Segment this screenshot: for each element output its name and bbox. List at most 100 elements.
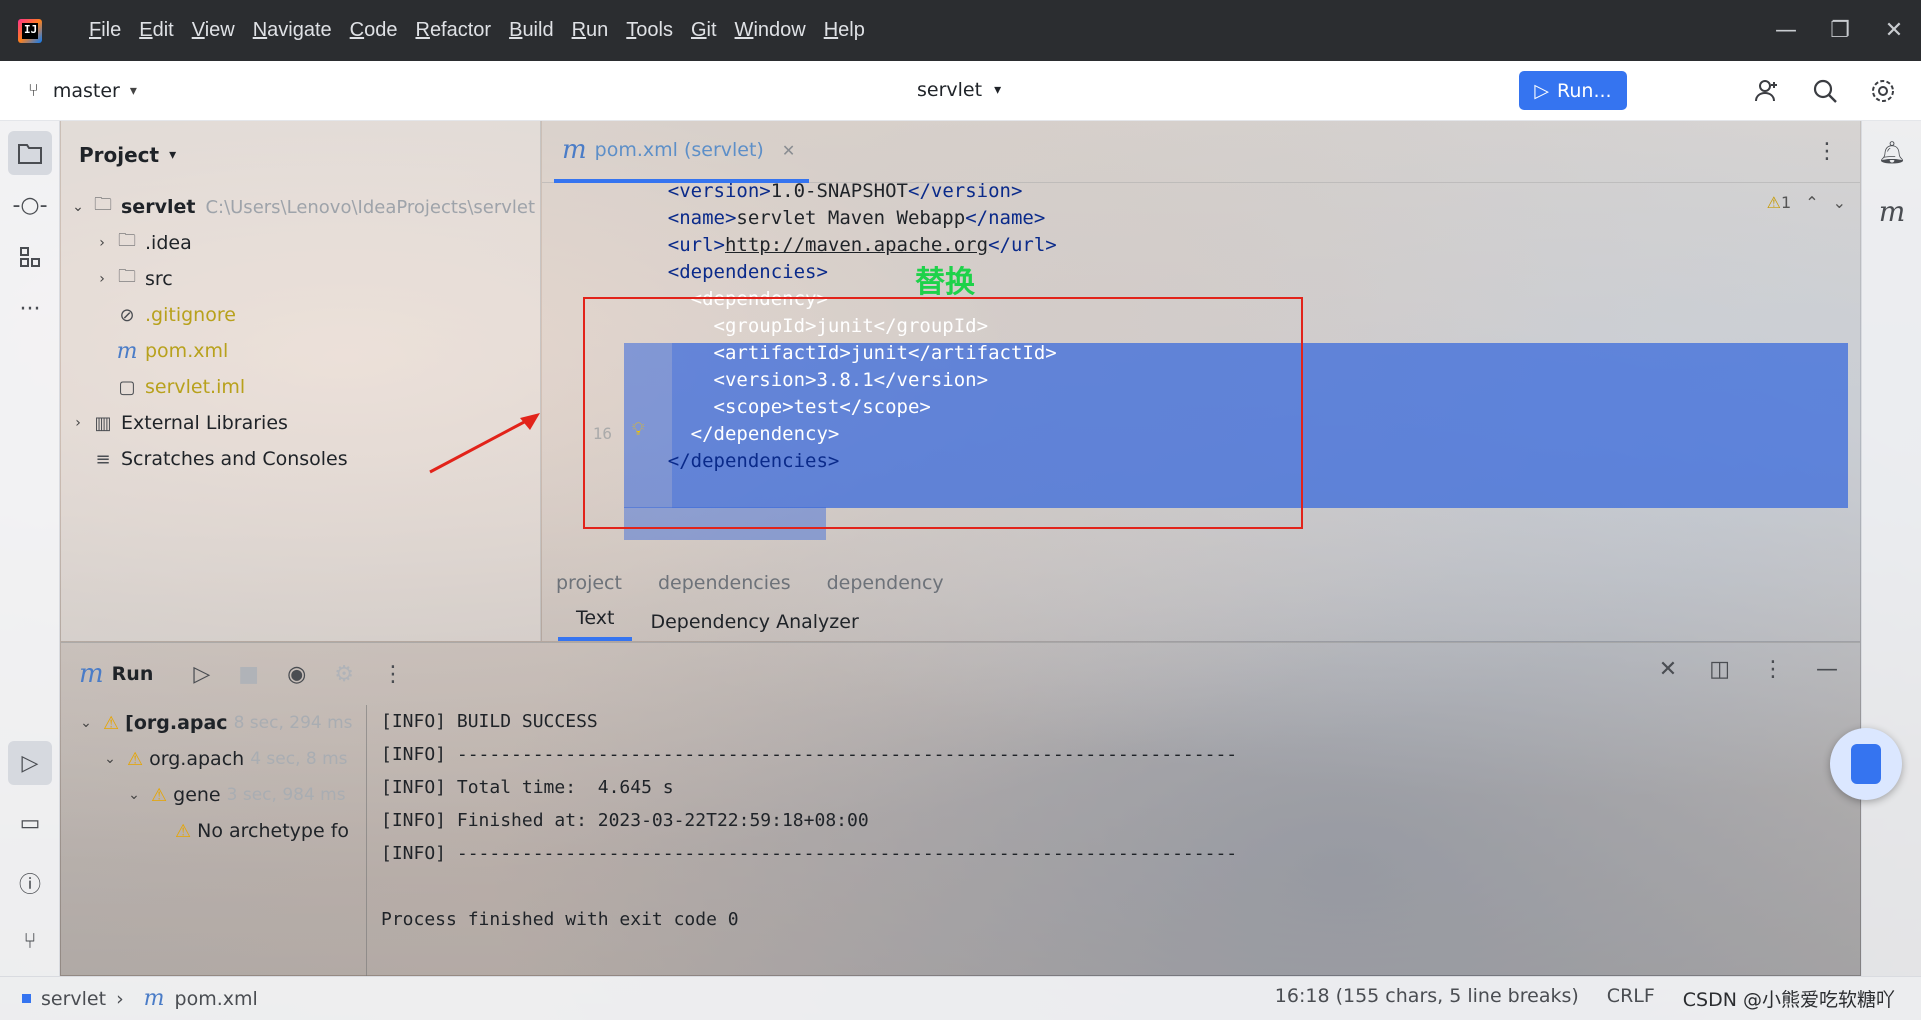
run-tree-item[interactable]: ⌄ ⚠ [org.apac 8 sec, 294 ms — [61, 705, 366, 741]
menu-run[interactable]: Run — [563, 19, 618, 42]
menu-code[interactable]: Code — [341, 19, 407, 42]
chevron-right-icon[interactable]: › — [91, 235, 113, 251]
project-panel-header[interactable]: Project ▾ — [79, 143, 176, 167]
search-icon[interactable] — [1807, 73, 1843, 109]
tree-item[interactable]: ⌄ 🗀︎ servlet C:\Users\Lenovo\IdeaProjects\s… — [61, 189, 540, 225]
branch-name: master — [52, 79, 120, 102]
url-link[interactable]: http://maven.apache.org — [725, 234, 988, 256]
settings-gear-icon[interactable] — [1865, 73, 1901, 109]
line-separator[interactable]: CRLF — [1607, 985, 1655, 1012]
status-project[interactable]: servlet — [41, 988, 106, 1010]
notifications-bell-icon[interactable]: 🔔︎ — [1870, 131, 1914, 175]
commit-icon[interactable]: -○- — [8, 183, 52, 227]
menu-window[interactable]: Window — [726, 19, 815, 42]
code-text: <name>servlet Maven Webapp</name> — [622, 207, 1046, 229]
maven-tool-icon[interactable]: m — [1870, 189, 1914, 233]
menu-build[interactable]: Build — [500, 19, 562, 42]
eye-icon[interactable]: ◉ — [287, 662, 306, 687]
minimize-icon[interactable]: — — [1759, 0, 1813, 61]
stop-icon[interactable]: ■ — [238, 662, 259, 687]
project-tool-folder-icon[interactable] — [8, 131, 52, 175]
project-name: servlet — [917, 79, 983, 101]
chevron-right-icon[interactable]: › — [91, 271, 113, 287]
folder-icon: 🗀︎ — [118, 266, 136, 287]
caret-position[interactable]: 16:18 (155 chars, 5 line breaks) — [1275, 985, 1579, 1012]
warning-icon: ⚠ — [103, 712, 120, 734]
run-tree-item[interactable]: ⌄ ⚠ org.apach 4 sec, 8 ms — [61, 741, 366, 777]
restore-icon[interactable]: ❐ — [1813, 0, 1867, 61]
title-bar: IJ File Edit View Navigate Code Refactor Build… — [0, 0, 1921, 61]
more-tools-icon[interactable]: ··· — [8, 287, 52, 331]
code-line[interactable]: <version>1.0-SNAPSHOT</version> — [542, 183, 1860, 204]
editor-tab-text[interactable]: Text — [558, 607, 633, 641]
play-icon: ▷ — [1534, 79, 1550, 102]
run-tree-label: org.apach — [149, 748, 245, 770]
menu-refactor[interactable]: Refactor — [406, 19, 500, 42]
run-tool-play-icon[interactable]: ▷ — [8, 741, 52, 785]
chevron-right-icon[interactable]: › — [67, 415, 89, 431]
xml-open-tag: <version> — [667, 183, 771, 202]
project-switcher[interactable]: servlet ▾ — [917, 79, 1001, 101]
ignore-icon: ⊘ — [119, 304, 135, 326]
file-icon: ▢ — [118, 376, 136, 398]
run-tree-item[interactable]: ⌄ ⚠ gene 3 sec, 984 ms — [61, 777, 366, 813]
terminal-icon[interactable]: ▭ — [8, 801, 52, 845]
tree-item-label: .idea — [145, 232, 192, 254]
window-controls: — ❐ ✕ — [1759, 0, 1921, 61]
editor-more-icon[interactable]: ⋮ — [1816, 139, 1838, 164]
more-icon[interactable]: ⋮ — [382, 662, 404, 687]
menu-file[interactable]: File — [80, 19, 130, 42]
minimize-icon[interactable]: — — [1816, 657, 1838, 682]
close-tab-icon[interactable]: ✕ — [782, 141, 795, 160]
layout-icon[interactable]: ◫ — [1709, 657, 1730, 682]
editor-tab-pom-xml[interactable]: m pom.xml (servlet) ✕ — [554, 121, 810, 183]
breadcrumb-item[interactable]: dependency — [827, 572, 944, 594]
chevron-down-icon[interactable]: ⌄ — [75, 715, 97, 731]
run-tab[interactable]: m Run — [79, 659, 153, 689]
code-line[interactable]: <url>http://maven.apache.org</url> — [542, 231, 1860, 258]
editor-tab-dependency-analyzer[interactable]: Dependency Analyzer — [632, 611, 876, 641]
menu-git[interactable]: Git — [682, 19, 726, 42]
git-icon[interactable]: ⑂ — [8, 919, 52, 963]
console-line: [INFO] ---------------------------------… — [381, 744, 1238, 765]
tree-item[interactable]: › 🗀︎ src — [61, 261, 540, 297]
more-icon[interactable]: ⋮ — [1762, 657, 1784, 682]
run-panel-title: Run — [111, 663, 154, 685]
close-icon[interactable]: ✕ — [1659, 657, 1677, 682]
problems-icon[interactable]: ⓘ — [8, 861, 52, 905]
tree-item[interactable]: m pom.xml — [61, 333, 540, 369]
branch-widget[interactable]: ⑂ master ▾ — [28, 80, 137, 102]
settings-icon[interactable]: ⚙ — [334, 662, 354, 687]
menu-navigate[interactable]: Navigate — [244, 19, 341, 42]
code-line[interactable]: <name>servlet Maven Webapp</name> — [542, 204, 1860, 231]
console-line: [INFO] Total time: 4.645 s — [381, 777, 674, 798]
run-tree-item[interactable]: ⚠ No archetype fo — [61, 813, 366, 849]
close-icon[interactable]: ✕ — [1867, 0, 1921, 61]
right-tool-strip: 🔔︎ m — [1861, 121, 1921, 976]
console-output[interactable]: [INFO] BUILD SUCCESS [INFO] -------------… — [381, 705, 1831, 976]
rerun-play-icon[interactable]: ▷ — [193, 662, 210, 687]
floating-assistant-button[interactable] — [1830, 728, 1902, 800]
code-line[interactable]: <dependencies> — [542, 258, 1860, 285]
status-file[interactable]: pom.xml — [175, 988, 258, 1010]
add-user-icon[interactable] — [1749, 73, 1785, 109]
xml-close-tag: </version> — [908, 183, 1023, 202]
chevron-down-icon[interactable]: ⌄ — [123, 787, 145, 803]
structure-icon[interactable] — [8, 235, 52, 279]
chevron-down-icon[interactable]: ⌄ — [99, 751, 121, 767]
menu-view[interactable]: View — [183, 19, 244, 42]
chevron-down-icon[interactable]: ⌄ — [67, 199, 89, 215]
tree-item[interactable]: ▢ servlet.iml — [61, 369, 540, 405]
run-button[interactable]: ▷ Run... — [1519, 71, 1627, 110]
menu-tools[interactable]: Tools — [617, 19, 682, 42]
tree-item[interactable]: ⊘ .gitignore — [61, 297, 540, 333]
breadcrumb-item[interactable]: dependencies — [658, 572, 791, 594]
breadcrumb-item[interactable]: project — [556, 572, 622, 594]
tree-item[interactable]: › 🗀︎ .idea — [61, 225, 540, 261]
xml-open-tag: <url> — [667, 233, 725, 256]
menu-edit[interactable]: Edit — [130, 19, 182, 42]
menu-help[interactable]: Help — [815, 19, 874, 42]
